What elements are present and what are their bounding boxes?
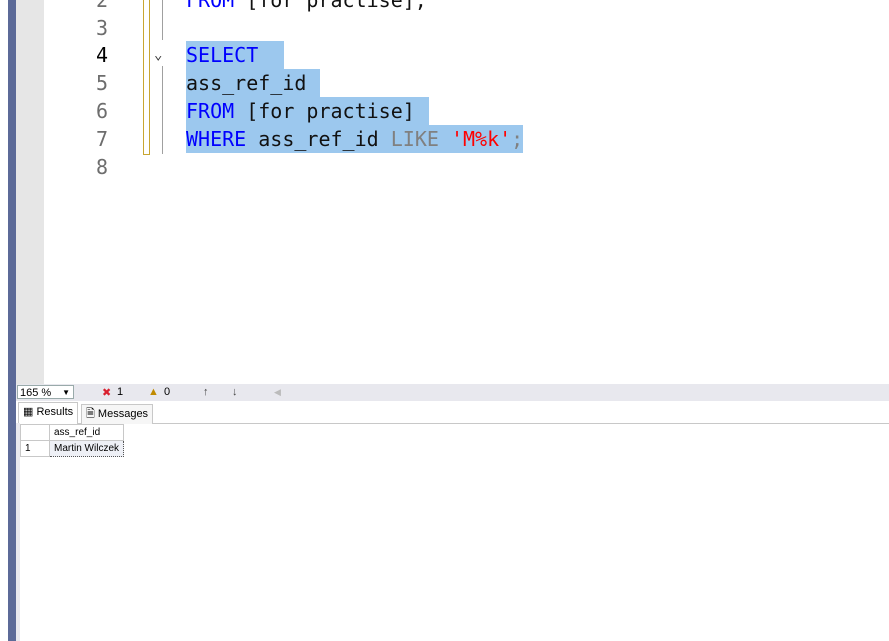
window-edge-bar: [8, 0, 16, 641]
messages-icon: 🗎: [86, 408, 95, 420]
arrow-down-icon[interactable]: ↓: [232, 386, 238, 398]
semicolon: ;: [511, 127, 524, 151]
grid-header-row: ass_ref_id: [20, 424, 125, 441]
operator: LIKE: [390, 127, 439, 151]
line-number: 5: [95, 71, 108, 95]
fold-line: [162, 0, 163, 40]
line-number: 7: [95, 127, 108, 151]
collapse-chevron-icon[interactable]: ⌄: [154, 41, 162, 69]
change-tracking-bar: [143, 0, 150, 155]
line-number: 4: [95, 43, 108, 67]
zoom-value: 165 %: [20, 387, 52, 399]
tab-label: Messages: [97, 408, 149, 420]
keyword: WHERE: [186, 127, 247, 151]
keyword: FROM: [186, 99, 235, 123]
dropdown-arrow-icon: ▼: [62, 388, 70, 397]
line-number: 8: [95, 155, 108, 179]
fold-line: [162, 66, 163, 154]
keyword: FROM: [186, 0, 235, 12]
results-pane: [16, 423, 889, 641]
tab-messages[interactable]: 🗎 Messages: [81, 404, 154, 424]
row-number[interactable]: 1: [20, 440, 50, 457]
string-literal: 'M%k': [450, 127, 512, 151]
sql-editor[interactable]: 2 FROM [for practise]; 3 4 ⌄ SELECT 5 ass_re…: [44, 0, 889, 384]
results-grid: ass_ref_id 1 Martin Wilczek: [20, 424, 125, 457]
grid-icon: ▦: [23, 406, 34, 418]
results-tabs: ▦ Results 🗎 Messages: [16, 402, 889, 424]
zoom-dropdown[interactable]: 165 % ▼: [17, 385, 74, 399]
arrow-up-icon[interactable]: ↑: [203, 386, 209, 398]
line-number: 2: [95, 0, 108, 12]
identifier: [for practise]: [246, 99, 415, 123]
editor-status-bar: 165 % ▼ ✖ 1 ▲ 0 ↑ ↓ ◀: [16, 384, 889, 401]
column-header[interactable]: ass_ref_id: [48, 424, 125, 441]
keyword: SELECT: [186, 43, 259, 67]
warning-icon[interactable]: ▲: [148, 386, 159, 398]
line-number: 3: [95, 16, 108, 40]
identifier: ass_ref_id: [258, 127, 379, 151]
identifier: [for practise];: [246, 0, 427, 12]
scroll-left-icon[interactable]: ◀: [274, 387, 281, 398]
tab-results[interactable]: ▦ Results: [18, 402, 79, 424]
corner-cell[interactable]: [20, 424, 50, 441]
grid-cell[interactable]: Martin Wilczek: [48, 440, 125, 457]
line-number: 6: [95, 99, 108, 123]
warning-count: 0: [164, 386, 171, 398]
identifier: ass_ref_id: [186, 71, 307, 95]
error-icon[interactable]: ✖: [102, 386, 111, 399]
editor-gutter: [16, 0, 44, 384]
tab-label: Results: [36, 406, 74, 418]
table-row: 1 Martin Wilczek: [20, 440, 125, 457]
error-count: 1: [117, 386, 124, 398]
